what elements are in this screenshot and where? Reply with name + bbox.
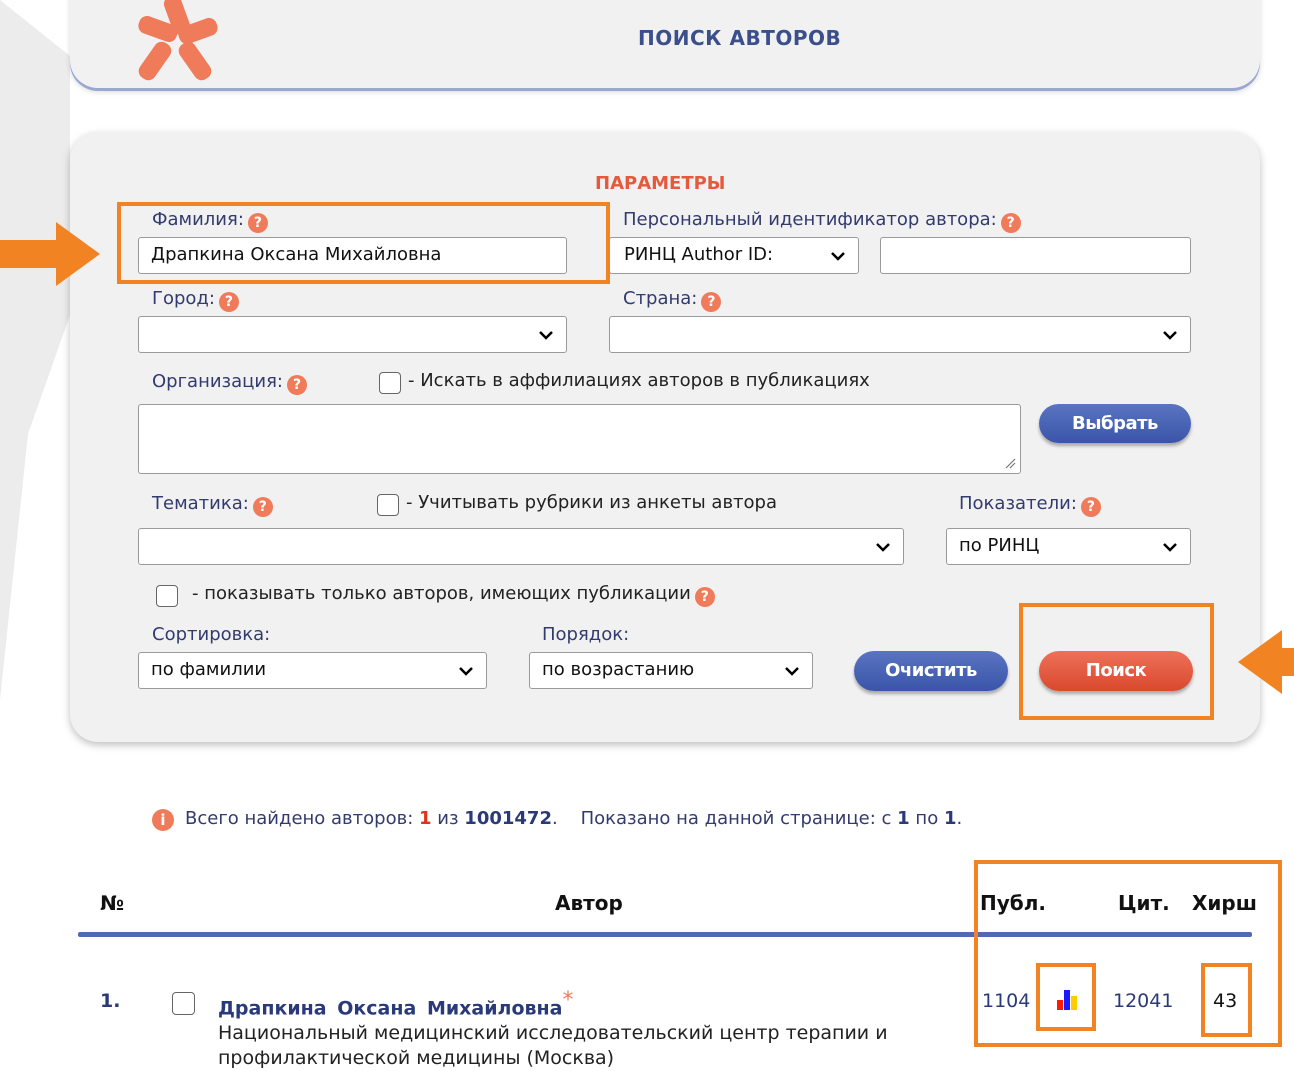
arrow-left-icon: [1238, 630, 1294, 694]
row-select-checkbox[interactable]: [172, 992, 195, 1015]
order-select[interactable]: по возрастанию: [529, 652, 813, 689]
topic-rubrics-checkbox[interactable]: [377, 494, 399, 516]
sort-select[interactable]: по фамилии: [138, 652, 487, 689]
highlight-search-button: [1019, 603, 1214, 720]
topic-rubrics-checkbox-label: - Учитывать рубрики из анкеты автора: [406, 492, 778, 513]
topic-select[interactable]: [138, 528, 904, 565]
info-icon: i: [152, 809, 174, 831]
background-decoration: [0, 0, 70, 700]
help-icon[interactable]: ?: [1080, 497, 1101, 517]
author-name-link[interactable]: Драпкина Оксана Михайловна*: [218, 988, 574, 1019]
topic-label: Тематика:?: [152, 493, 273, 517]
indicators-value: по РИНЦ: [959, 535, 1040, 556]
personal-id-label: Персональный идентификатор автора:?: [623, 209, 1021, 233]
indicators-label: Показатели:?: [959, 493, 1101, 517]
chevron-down-icon: [538, 330, 554, 340]
sort-value: по фамилии: [151, 659, 267, 680]
order-value: по возрастанию: [542, 659, 695, 680]
results-summary: Всего найдено авторов: 1 из 1001472. Пок…: [185, 808, 963, 829]
site-logo: [135, 0, 220, 90]
highlight-surname: [117, 202, 610, 284]
country-select[interactable]: [609, 316, 1191, 353]
total-count: 1001472: [464, 808, 552, 829]
chevron-down-icon: [1162, 542, 1178, 552]
column-header-author: Автор: [555, 891, 623, 915]
author-id-input[interactable]: [880, 237, 1191, 274]
resize-handle-icon[interactable]: [1004, 457, 1016, 469]
params-title: ПАРАМЕТРЫ: [595, 173, 726, 194]
only-with-publications-label: - показывать только авторов, имеющих пуб…: [192, 583, 715, 607]
id-type-value: РИНЦ Author ID:: [624, 244, 774, 265]
help-icon[interactable]: ?: [287, 375, 307, 395]
order-label: Порядок:: [542, 624, 630, 645]
only-with-publications-checkbox[interactable]: [156, 585, 178, 607]
select-organization-button[interactable]: Выбрать: [1039, 404, 1191, 443]
help-icon[interactable]: ?: [252, 497, 273, 517]
chevron-down-icon: [830, 251, 846, 261]
help-icon[interactable]: ?: [694, 587, 715, 607]
organization-textarea[interactable]: [138, 404, 1021, 474]
affiliation-checkbox-label: - Искать в аффилиациях авторов в публика…: [408, 370, 870, 391]
id-type-select[interactable]: РИНЦ Author ID:: [609, 237, 859, 274]
page-title: ПОИСК АВТОРОВ: [638, 26, 842, 50]
chevron-down-icon: [784, 666, 800, 676]
organization-label: Организация:?: [152, 371, 307, 395]
city-select[interactable]: [138, 316, 567, 353]
help-icon[interactable]: ?: [701, 292, 722, 312]
asterisk-marker: *: [562, 988, 574, 1013]
affiliation-checkbox[interactable]: [379, 372, 401, 394]
sort-label: Сортировка:: [152, 624, 271, 645]
row-number: 1.: [100, 990, 121, 1012]
chevron-down-icon: [1162, 330, 1178, 340]
found-count: 1: [419, 808, 432, 829]
help-icon[interactable]: ?: [218, 292, 239, 312]
country-label: Страна:?: [623, 288, 722, 312]
author-affiliation: Национальный медицинский исследовательск…: [218, 1022, 888, 1069]
highlight-hirsch: [1201, 963, 1252, 1037]
chevron-down-icon: [875, 542, 891, 552]
column-header-num: №: [100, 891, 125, 915]
city-label: Город:?: [152, 288, 239, 312]
arrow-right-icon: [0, 222, 100, 286]
help-icon[interactable]: ?: [1000, 213, 1021, 233]
chevron-down-icon: [458, 666, 474, 676]
clear-button[interactable]: Очистить: [854, 651, 1008, 691]
highlight-chart-icon: [1036, 963, 1096, 1031]
indicators-select[interactable]: по РИНЦ: [946, 528, 1191, 565]
